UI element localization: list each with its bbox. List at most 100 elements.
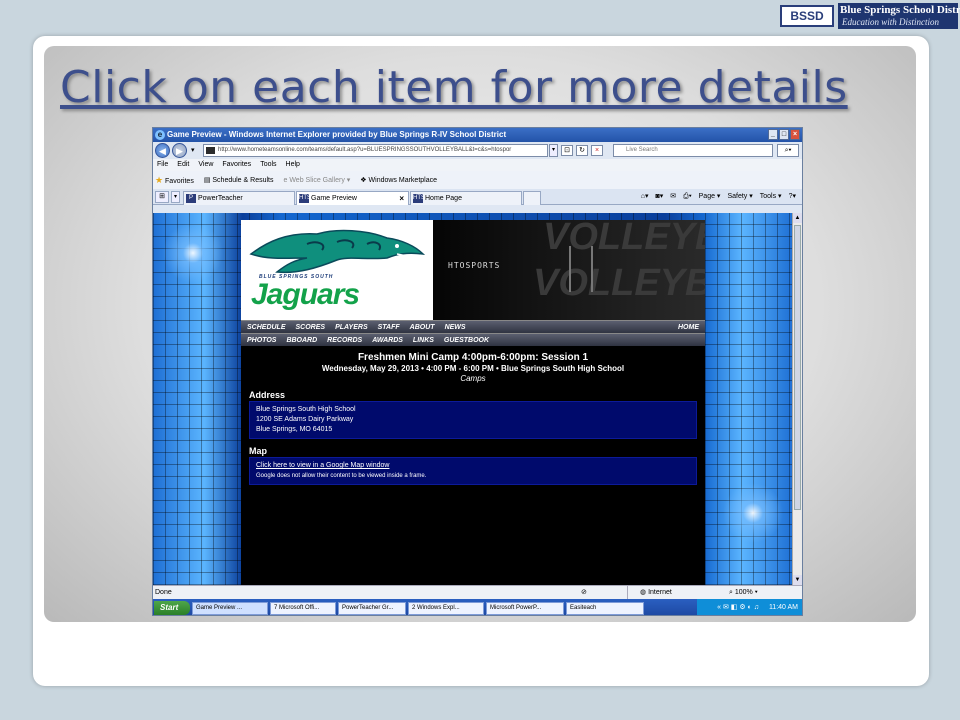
nav-records[interactable]: RECORDS [327, 337, 362, 344]
back-icon[interactable]: ◀ [155, 143, 170, 158]
address-line-1: Blue Springs South High School [256, 406, 356, 413]
star-icon: ★ [155, 174, 164, 185]
event-datetime: Wednesday, May 29, 2013 • 4:00 PM - 6:00… [321, 364, 625, 373]
search-icon[interactable]: ⌕▾ [777, 144, 799, 157]
menu-file[interactable]: File [157, 159, 168, 171]
tools-menu[interactable]: Tools ▾ [760, 191, 782, 203]
logo-tagline: Education with Distinction [842, 17, 939, 27]
tab-home-page[interactable]: HTS Home Page [410, 191, 522, 205]
favorites-bar: ★ Favorites ▤ Schedule & Results e Web S… [153, 171, 802, 189]
history-dropdown-icon[interactable]: ▾ [191, 146, 195, 154]
tab-list-icon[interactable]: ▾ [171, 191, 180, 203]
hts-icon: HTS [413, 194, 425, 203]
address-line-2: 1200 SE Adams Dairy Parkway [256, 416, 354, 423]
address-url: http://www.hometeamsonline.com/teams/def… [218, 147, 512, 153]
quick-tabs-icon[interactable]: ⊞ [155, 191, 169, 203]
nav-bboard[interactable]: BBOARD [286, 337, 317, 344]
help-icon[interactable]: ?▾ [789, 191, 796, 203]
address-row: ◀ ▶ ▾ http://www.hometeamsonline.com/tea… [153, 142, 802, 159]
district-logo: BSSD Blue Springs School District Educat… [780, 3, 960, 29]
banner-word-top: VOLLEYBALL [543, 220, 705, 258]
site-nav-secondary: PHOTOS BBOARD RECORDS AWARDS LINKS GUEST… [241, 333, 705, 346]
address-line-3: Blue Springs, MO 64015 [256, 426, 333, 433]
taskbar-item-powerpoint[interactable]: Microsoft PowerP... [486, 601, 564, 615]
logo-name: Blue Springs School District [840, 4, 960, 16]
new-tab-button[interactable] [523, 191, 541, 205]
scroll-up-icon[interactable]: ▲ [793, 213, 802, 223]
print-icon[interactable]: ⎙▾ [683, 191, 692, 203]
powerteacher-icon: P [186, 194, 196, 203]
taskbar-item-game-preview[interactable]: Game Preview ... [192, 601, 268, 615]
event-title: Freshmen Mini Camp 4:00pm-6:00pm: Sessio… [357, 352, 589, 363]
search-input[interactable]: Live Search [613, 144, 773, 157]
page-menu[interactable]: Page ▾ [699, 191, 721, 203]
scroll-down-icon[interactable]: ▼ [793, 575, 802, 585]
menu-view[interactable]: View [198, 159, 213, 171]
minimize-button[interactable]: _ [768, 129, 778, 140]
safety-menu[interactable]: Safety ▾ [727, 191, 752, 203]
map-heading: Map [249, 446, 267, 456]
address-box: Blue Springs South High School 1200 SE A… [249, 401, 697, 439]
start-button[interactable]: Start [154, 601, 190, 615]
protected-mode-icon[interactable]: ⊘ [581, 586, 587, 599]
address-dropdown-icon[interactable]: ▾ [549, 144, 558, 157]
nav-photos[interactable]: PHOTOS [247, 337, 276, 344]
nav-schedule[interactable]: SCHEDULE [247, 324, 286, 331]
taskbar-item-windows-explorer[interactable]: 2 Windows Expl... [408, 601, 484, 615]
nav-players[interactable]: PLAYERS [335, 324, 368, 331]
window-title: Game Preview - Windows Internet Explorer… [167, 130, 507, 139]
menu-tools[interactable]: Tools [260, 159, 276, 171]
nav-links[interactable]: LINKS [413, 337, 434, 344]
menu-bar: File Edit View Favorites Tools Help [153, 159, 802, 171]
zoom-level[interactable]: ⌕ 100% ▾ [729, 586, 758, 599]
clock[interactable]: 11:40 AM [769, 604, 798, 611]
nav-guestbook[interactable]: GUESTBOOK [444, 337, 489, 344]
volleyball-banner: VOLLEYBALL VOLLEYBALL HTOSPORTS [433, 220, 705, 320]
status-bar: Done ⊘ ◍ Internet ⌕ 100% ▾ [153, 585, 802, 599]
jaguars-logo-panel: BLUE SPRINGS SOUTH Jaguars [241, 220, 433, 320]
google-map-link[interactable]: Click here to view in a Google Map windo… [256, 462, 389, 469]
fav-item-schedule[interactable]: ▤ Schedule & Results [204, 176, 274, 184]
banner-word-bottom: VOLLEYBALL [533, 262, 705, 304]
map-box: Click here to view in a Google Map windo… [249, 457, 697, 485]
compat-view-icon[interactable]: ⊡ [561, 145, 573, 156]
fav-item-web-slice[interactable]: e Web Slice Gallery ▾ [283, 176, 350, 184]
menu-help[interactable]: Help [286, 159, 300, 171]
favorites-button[interactable]: ★ Favorites [155, 175, 194, 186]
address-bar[interactable]: http://www.hometeamsonline.com/teams/def… [203, 144, 548, 157]
globe-icon: ◍ [640, 589, 647, 596]
home-icon[interactable]: ⌂▾ [641, 191, 649, 203]
menu-edit[interactable]: Edit [177, 159, 189, 171]
taskbar-item-office[interactable]: 7 Microsoft Offi... [270, 601, 336, 615]
vertical-scrollbar[interactable]: ▲ ▼ [792, 213, 802, 585]
menu-favorites[interactable]: Favorites [222, 159, 251, 171]
tab-game-preview[interactable]: HTS Game Preview × [296, 191, 409, 205]
nav-staff[interactable]: STAFF [378, 324, 400, 331]
system-tray: « ✉ ◧ ⚙ ◐ ♫ 11:40 AM [697, 599, 802, 615]
close-tab-icon[interactable]: × [399, 192, 404, 205]
mail-icon[interactable]: ✉ [670, 191, 676, 203]
slide-title[interactable]: Click on each item for more details [60, 62, 848, 113]
status-text: Done [155, 589, 172, 596]
maximize-button[interactable]: □ [779, 129, 789, 140]
nav-news[interactable]: NEWS [445, 324, 466, 331]
scroll-thumb[interactable] [794, 225, 801, 510]
logo-abbr: BSSD [780, 5, 834, 27]
stop-icon[interactable]: × [591, 145, 603, 156]
taskbar-item-easiteach[interactable]: Easiteach [566, 601, 644, 615]
taskbar-item-powerteacher[interactable]: PowerTeacher Gr... [338, 601, 406, 615]
tab-powerteacher[interactable]: P PowerTeacher [183, 191, 295, 205]
refresh-icon[interactable]: ↻ [576, 145, 588, 156]
fav-item-marketplace[interactable]: ❖ Windows Marketplace [360, 176, 437, 184]
nav-about[interactable]: ABOUT [410, 324, 435, 331]
nav-home[interactable]: HOME [678, 324, 699, 331]
site-favicon [206, 147, 215, 154]
tray-icons[interactable]: « ✉ ◧ ⚙ ◐ ♫ [717, 604, 759, 611]
feeds-icon[interactable]: ◙▾ [655, 191, 663, 203]
forward-icon[interactable]: ▶ [172, 143, 187, 158]
close-window-button[interactable]: × [790, 129, 800, 140]
nav-scores[interactable]: SCORES [296, 324, 326, 331]
nav-awards[interactable]: AWARDS [372, 337, 403, 344]
event-category: Camps [460, 374, 486, 383]
team-site: BLUE SPRINGS SOUTH Jaguars VOLLEYBALL VO… [241, 220, 705, 585]
